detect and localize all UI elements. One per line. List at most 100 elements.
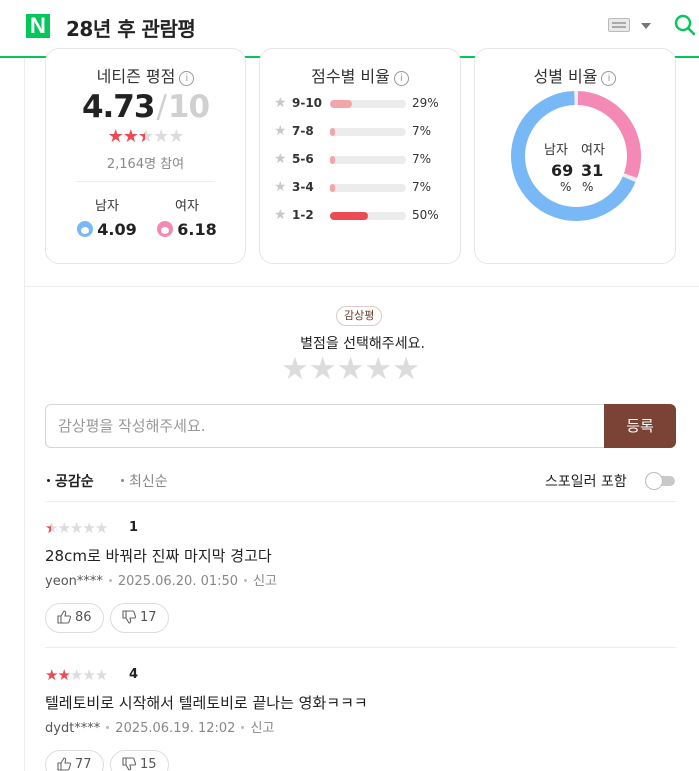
info-icon[interactable]: i bbox=[601, 71, 617, 86]
submit-button[interactable]: 등록 bbox=[604, 404, 676, 448]
dislike-button[interactable]: 17 bbox=[110, 603, 169, 633]
distribution-bar bbox=[330, 128, 406, 136]
star-icon: ★ bbox=[274, 179, 287, 195]
star-icon: ★ bbox=[153, 126, 169, 147]
distribution-bar bbox=[330, 156, 406, 164]
distribution-percent: 7% bbox=[412, 124, 432, 138]
dislike-button[interactable]: 15 bbox=[110, 750, 169, 771]
review-meta: yeon**** 2025.06.20. 01:50 신고 bbox=[45, 570, 277, 589]
distribution-label: 3-4 bbox=[292, 180, 314, 194]
spoiler-label: 스포일러 포함 bbox=[545, 474, 627, 490]
distribution-label: 5-6 bbox=[292, 152, 314, 166]
review-text: 텔레토비로 시작해서 텔레토비로 끝나는 영화ㅋㅋㅋ bbox=[45, 694, 368, 712]
distribution-row: ★ 3-4 7% bbox=[274, 179, 449, 197]
list-divider bbox=[45, 501, 676, 502]
female-score: 6.18 bbox=[177, 220, 217, 239]
donut-male-unit: % bbox=[560, 180, 572, 194]
section-divider bbox=[25, 286, 699, 287]
report-link[interactable]: 신고 bbox=[253, 574, 277, 589]
like-button[interactable]: 86 bbox=[45, 603, 104, 633]
star-icon: ★ bbox=[107, 126, 124, 147]
female-face-icon bbox=[157, 221, 174, 237]
thumbs-down-icon bbox=[122, 757, 137, 771]
rate-star-1-icon[interactable]: ★ bbox=[281, 351, 309, 387]
distribution-fill bbox=[330, 184, 335, 192]
info-icon[interactable]: i bbox=[179, 71, 195, 86]
star-icon: ★ bbox=[122, 126, 139, 147]
female-label: 여자 bbox=[175, 199, 199, 214]
keyboard-icon[interactable] bbox=[608, 18, 630, 32]
average-stars: ★★★ ★★ bbox=[46, 126, 245, 147]
female-score-block: 여자 6.18 bbox=[152, 195, 222, 239]
review-user: yeon**** bbox=[45, 574, 103, 589]
half-star-icon: ★ bbox=[138, 126, 154, 147]
donut-female-label: 여자 bbox=[581, 143, 605, 158]
thumbs-up-icon bbox=[57, 757, 72, 771]
review-text: 28cm로 바꿔라 진짜 마지막 경고다 bbox=[45, 547, 272, 565]
sort-sympathy[interactable]: 공감순 bbox=[47, 471, 94, 491]
chevron-down-icon[interactable] bbox=[641, 23, 651, 29]
review-item: ★★★★★ 4 텔레토비로 시작해서 텔레토비로 끝나는 영화ㅋㅋㅋ dydt*… bbox=[45, 666, 676, 771]
naver-logo[interactable]: N bbox=[26, 14, 50, 38]
rate-star-5-icon[interactable]: ★ bbox=[392, 351, 420, 387]
distribution-fill bbox=[330, 100, 352, 108]
review-stars: ★★★★★ bbox=[45, 519, 108, 537]
distribution-percent: 29% bbox=[412, 96, 439, 110]
distribution-label: 9-10 bbox=[292, 96, 323, 110]
like-button[interactable]: 77 bbox=[45, 750, 104, 771]
search-icon[interactable] bbox=[674, 14, 696, 36]
report-link[interactable]: 신고 bbox=[250, 721, 274, 736]
gender-donut-chart bbox=[511, 91, 641, 221]
divider bbox=[76, 181, 215, 182]
donut-female-value: 31 bbox=[581, 161, 604, 180]
rate-star-2-icon[interactable]: ★ bbox=[309, 351, 337, 387]
review-tag: 감상평 bbox=[336, 306, 383, 326]
half-star-icon: ★ bbox=[45, 519, 58, 537]
spoiler-toggle[interactable] bbox=[645, 472, 677, 490]
distribution-bar bbox=[330, 100, 406, 108]
average-score: 4.73/10 bbox=[46, 89, 245, 125]
donut-female-unit: % bbox=[582, 180, 594, 194]
donut-male-label: 남자 bbox=[544, 143, 568, 158]
distribution-percent: 7% bbox=[412, 152, 432, 166]
star-icon: ★ bbox=[274, 207, 287, 223]
review-meta: dydt**** 2025.06.19. 12:02 신고 bbox=[45, 717, 274, 736]
distribution-percent: 50% bbox=[412, 208, 439, 222]
score-slash: / bbox=[156, 89, 167, 125]
distribution-fill bbox=[330, 212, 368, 220]
sort-latest[interactable]: 최신순 bbox=[121, 471, 168, 491]
rate-star-4-icon[interactable]: ★ bbox=[364, 351, 392, 387]
list-divider bbox=[45, 647, 676, 648]
distribution-title: 점수별 비율 bbox=[311, 67, 390, 86]
male-label: 남자 bbox=[95, 199, 119, 214]
score-value: 4.73 bbox=[81, 89, 155, 125]
male-score: 4.09 bbox=[97, 220, 137, 239]
review-input[interactable]: 감상평을 작성해주세요. bbox=[45, 404, 605, 448]
distribution-label: 7-8 bbox=[292, 124, 314, 138]
distribution-fill bbox=[330, 156, 335, 164]
review-item: ★★★★★ 1 28cm로 바꿔라 진짜 마지막 경고다 yeon**** 202… bbox=[45, 519, 676, 649]
rating-stars[interactable]: ★★★★★ bbox=[281, 351, 420, 387]
distribution-bar bbox=[330, 184, 406, 192]
distribution-row: ★ 9-10 29% bbox=[274, 95, 449, 113]
review-stars: ★★★★★ bbox=[45, 666, 108, 684]
rate-star-3-icon[interactable]: ★ bbox=[337, 351, 365, 387]
male-score-block: 남자 4.09 bbox=[72, 195, 142, 239]
distribution-row: ★ 5-6 7% bbox=[274, 151, 449, 169]
thumbs-up-icon bbox=[57, 610, 72, 624]
review-user: dydt**** bbox=[45, 721, 101, 736]
review-content: 네티즌 평점i 4.73/10 ★★★★★ 2,164명 참여 남자 4.09 … bbox=[24, 48, 699, 771]
rating-prompt: 별점을 선택해주세요. bbox=[300, 336, 425, 352]
distribution-label: 1-2 bbox=[292, 208, 314, 222]
distribution-percent: 7% bbox=[412, 180, 432, 194]
distribution-bar bbox=[330, 212, 406, 220]
netizen-score-card: 네티즌 평점i 4.73/10 ★★★★★ 2,164명 참여 남자 4.09 … bbox=[45, 48, 246, 264]
review-date: 2025.06.20. 01:50 bbox=[117, 574, 239, 589]
gender-ratio-card: 성별 비율 i 남자 여자 69 31 % % bbox=[474, 48, 676, 264]
star-icon: ★ bbox=[274, 151, 287, 167]
info-icon[interactable]: i bbox=[393, 71, 409, 86]
participant-count: 2,164명 참여 bbox=[106, 157, 185, 172]
page-title: 28년 후 관람평 bbox=[66, 17, 196, 41]
thumbs-down-icon bbox=[122, 610, 137, 624]
star-icon: ★ bbox=[274, 123, 287, 139]
